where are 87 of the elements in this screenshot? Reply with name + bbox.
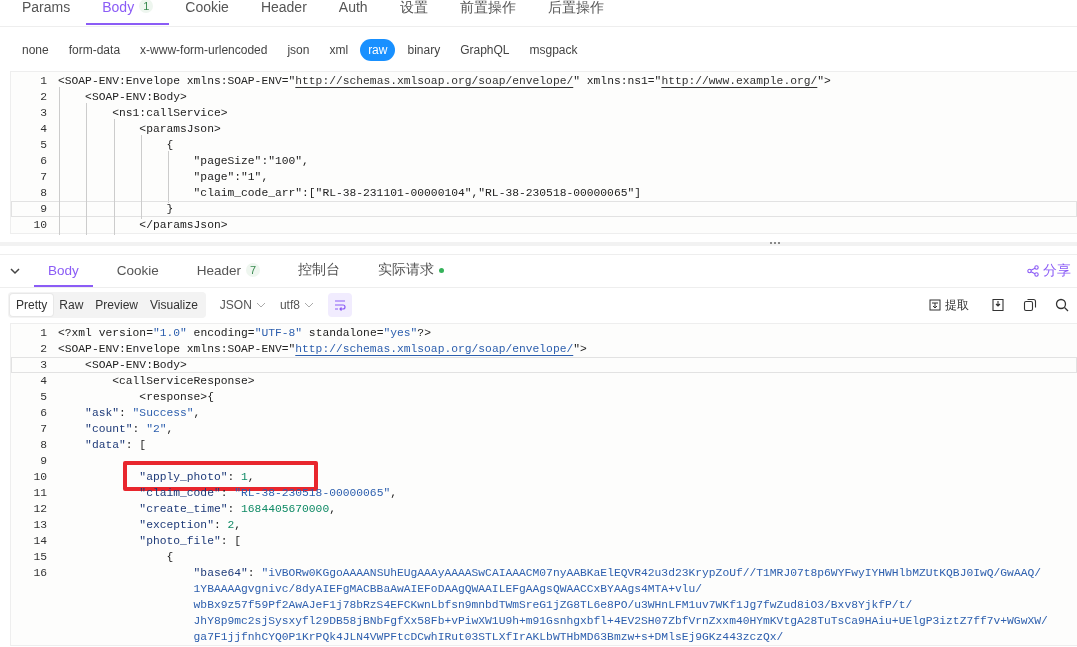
line-number: 5 (39, 390, 47, 405)
line-number: 3 (39, 106, 47, 121)
code-line: "create_time": 1684405670000, (138, 502, 336, 517)
code-line: "photo_file": [ (138, 534, 242, 549)
line-number: 1 (39, 326, 47, 341)
code-line: JhY8p9mc2sjSysxyfl29DB58jBNbFgfXx58Fb+vPiwXW1U9h+m91Gsnhgxbfl+4EV2SH07ZbfVrnZxxm40HYmKVtgA28TuTsCa9HAiu+UElgP3iztZ7ff7v+WGwXW/ (192, 614, 1048, 629)
line-number: 15 (32, 550, 47, 565)
line-number: 5 (39, 138, 47, 153)
request-tab[interactable]: Params (6, 0, 87, 25)
response-tab[interactable]: 实际请求 (364, 255, 459, 287)
line-number: 8 (39, 186, 47, 201)
request-tab[interactable]: 设置 (383, 0, 444, 25)
line-number: 13 (32, 518, 47, 533)
line-number: 1 (39, 74, 47, 89)
view-mode-option[interactable]: Visualize (144, 294, 204, 316)
code-line: ga7F1jjfnhCYQ0P1KrPQk4JLN4VWPFtcDCwhIRut03STLXfIrAKLbWTHbMD63Bmzw+s+DMlsEj9GKz443zczQx/ (192, 630, 784, 645)
response-tab[interactable]: Cookie (102, 255, 173, 287)
line-number: 2 (39, 342, 47, 357)
code-line: <response>{ (138, 390, 214, 405)
code-line: wbBx9z57f59Pf2AwAJeF1j78bRzS4EFCKwnLbfsn9mnbdTWmSreG1jZG8TL6e8PO/u3WHnLFM1uv7WKf1Jg7fwZud8iO3/Bxv8YjkfP/t/ (192, 598, 913, 613)
request-editor[interactable] (10, 71, 1077, 234)
code-line: <SOAP-ENV:Body> (84, 358, 187, 373)
code-line: <?xml version="1.0" encoding="UTF-8" standalone="yes"?> (58, 326, 431, 341)
body-type-option[interactable]: msgpack (521, 39, 586, 61)
code-line: "apply_photo": 1, (138, 470, 255, 485)
body-type-option[interactable]: xml (321, 39, 357, 61)
line-number: 11 (32, 486, 47, 501)
response-tab[interactable]: Header 7 (182, 255, 275, 287)
line-number: 6 (39, 406, 47, 421)
view-mode-option[interactable]: Pretty (10, 294, 54, 316)
download-icon[interactable] (991, 298, 1005, 312)
format-dropdown[interactable]: JSON (219, 298, 266, 312)
code-line: "ask": "Success", (84, 406, 201, 421)
copy-icon[interactable] (1023, 298, 1037, 312)
view-mode-option[interactable]: Raw (53, 294, 90, 316)
count-badge: 1 (139, 0, 154, 13)
collapse-chevron-icon[interactable] (10, 266, 20, 276)
count-badge: 7 (246, 263, 261, 277)
search-icon[interactable] (1055, 298, 1069, 312)
line-number: 2 (39, 90, 47, 105)
code-line: <SOAP-ENV:Envelope xmlns:SOAP-ENV="http://schemas.xmlsoap.org/soap/envelope/"> (58, 342, 587, 357)
code-line: "data": [ (84, 438, 147, 453)
body-type-option[interactable]: GraphQL (452, 39, 518, 61)
request-tab[interactable]: 后置操作 (531, 0, 620, 25)
line-number: 9 (39, 454, 47, 469)
extract-icon (929, 299, 941, 311)
line-number: 4 (39, 374, 47, 389)
code-line: { (165, 550, 174, 565)
line-number: 7 (39, 170, 47, 185)
line-number: 10 (32, 218, 47, 233)
share-button[interactable]: 分享 (1027, 255, 1071, 287)
code-line: 1YBAAAAgvgnivc/8dyAIEFgMACBBaAwAIEFoDAAgQWAAILEFgAAgsQWAACCxBYAAgs4MTA+vlu/ (192, 582, 703, 597)
line-number: 3 (39, 358, 47, 373)
line-number: 16 (32, 566, 47, 581)
request-tab[interactable]: Header (244, 0, 323, 25)
code-line: <SOAP-ENV:Envelope xmlns:SOAP-ENV="http://schemas.xmlsoap.org/soap/envelope/" xmlns:ns1="http://www.example.org/"> (58, 74, 831, 89)
line-number: 14 (32, 534, 47, 549)
response-tab[interactable]: Body (34, 255, 93, 287)
view-mode-option[interactable]: Preview (89, 294, 145, 316)
line-number: 4 (39, 122, 47, 137)
body-type-option[interactable]: none (14, 39, 57, 61)
encoding-dropdown[interactable]: utf8 (279, 298, 314, 312)
line-number: 7 (39, 422, 47, 437)
request-tab[interactable]: 前置操作 (443, 0, 532, 25)
request-tab[interactable]: Cookie (169, 0, 245, 25)
code-line: </paramsJson> (58, 217, 228, 233)
line-number: 12 (32, 502, 47, 517)
line-number: 6 (39, 154, 47, 169)
line-number: 10 (32, 470, 47, 485)
wrap-lines-icon (332, 298, 347, 312)
body-type-option[interactable]: json (279, 39, 318, 61)
body-type-option[interactable]: form-data (60, 39, 129, 61)
code-line: "count": "2", (84, 422, 174, 437)
code-line: "base64": "iVBORw0KGgoAAAANSUhEUgAAAyAAAASwCAIAAACM07nyAABKaElEQVR42u3d23KrypZoUf//T1MRJ07t8p6WYFwyIYHWHlbMZUtKQBJ0IwQ/GwAAQ/ (192, 566, 1041, 581)
body-type-option[interactable]: binary (399, 39, 449, 61)
body-type-option[interactable]: x-www-form-urlencoded (132, 39, 276, 61)
line-number: 8 (39, 438, 47, 453)
share-icon (1027, 265, 1039, 277)
code-line: <callServiceResponse> (111, 374, 255, 389)
request-tab[interactable]: Body 1 (86, 0, 170, 25)
extract-button[interactable]: 提取 (929, 296, 969, 314)
request-tab[interactable]: Auth (322, 0, 384, 25)
chevron-down-icon (255, 300, 266, 310)
response-tab[interactable]: 控制台 (284, 255, 355, 287)
code-line: "exception": 2, (138, 518, 242, 533)
line-number: 9 (39, 202, 47, 217)
chevron-down-icon (303, 300, 314, 310)
